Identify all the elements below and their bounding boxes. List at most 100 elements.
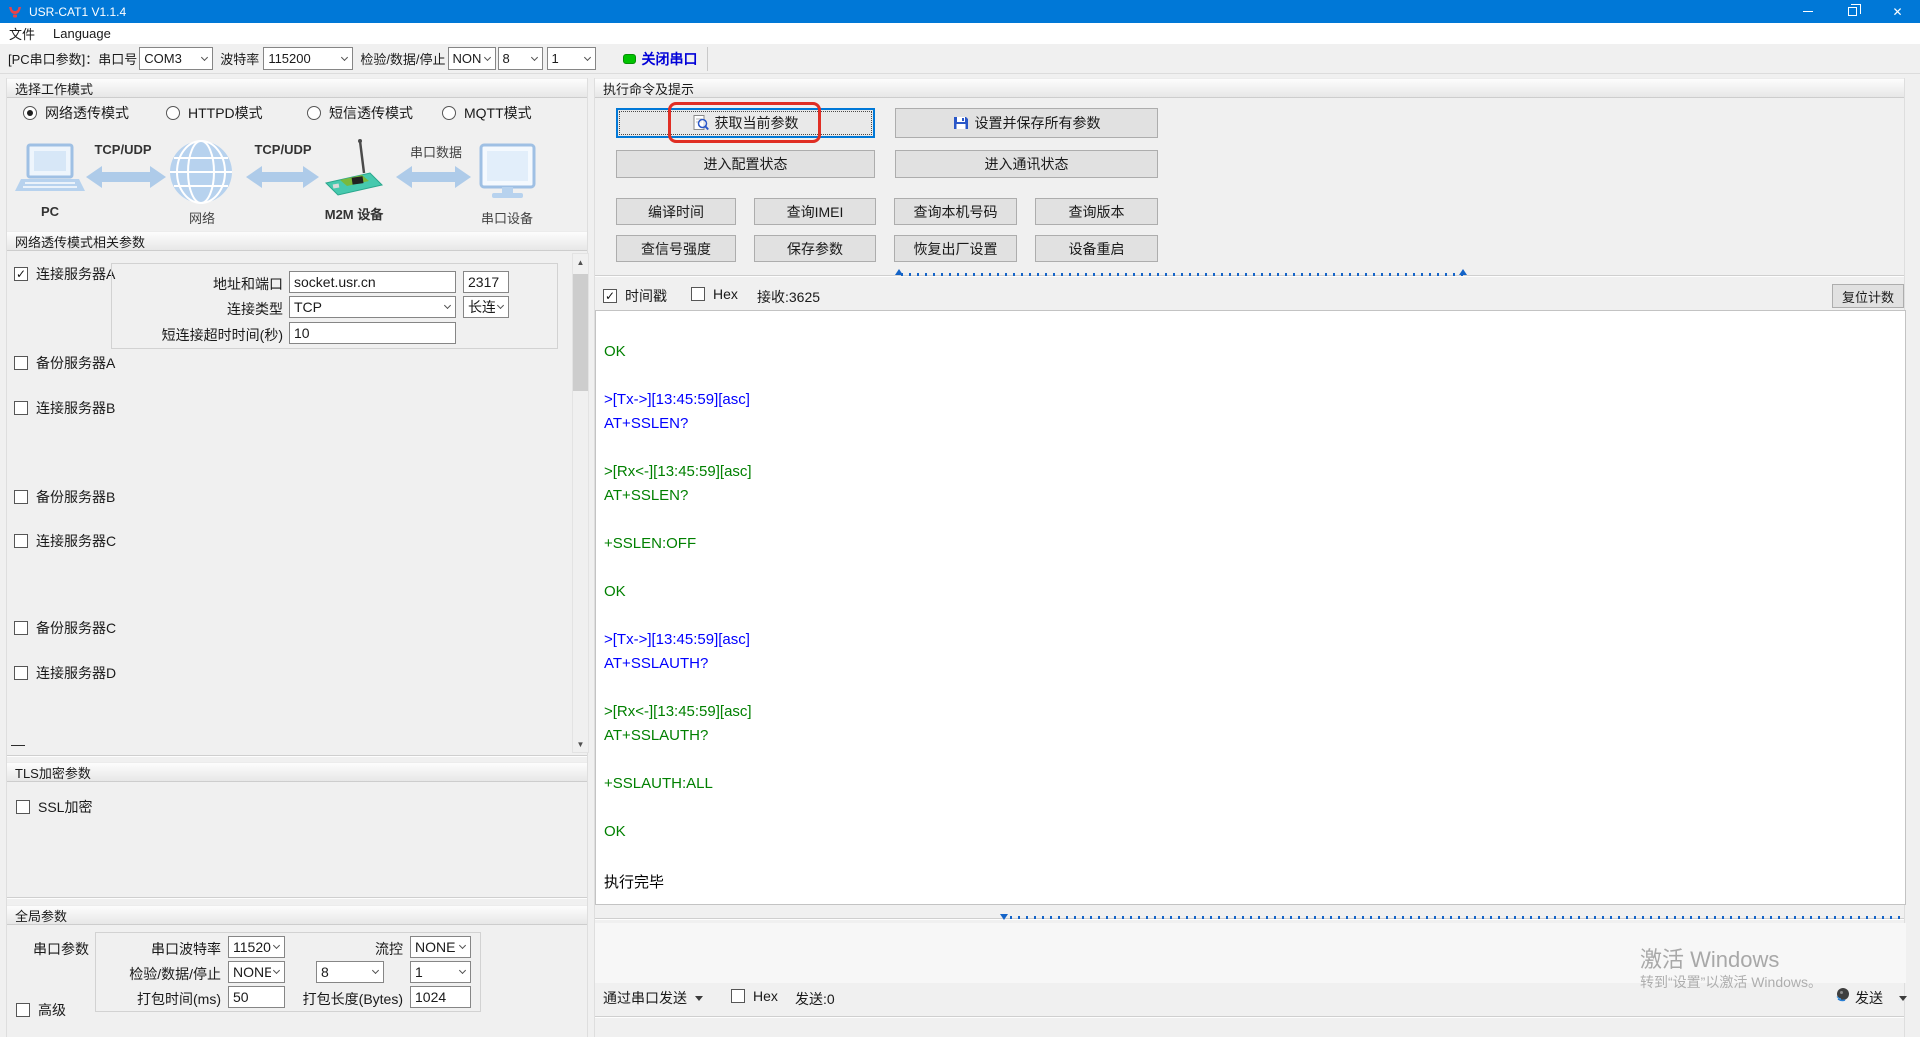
serial-parity-select[interactable]: NONE [228, 961, 285, 983]
pc-serial-label: [PC串口参数]：串口号 [8, 49, 137, 68]
checkbox-advanced[interactable]: 高级 [16, 1000, 66, 1020]
stopbits-select[interactable]: 1 [547, 47, 596, 70]
checkbox-backup-server-c[interactable]: 备份服务器C [14, 618, 116, 638]
log-line [604, 559, 1897, 583]
serial-databits-select[interactable]: 8 [316, 961, 384, 983]
query-imei-button[interactable]: 查询IMEI [754, 198, 876, 225]
factory-reset-button[interactable]: 恢复出厂设置 [894, 235, 1017, 262]
network-globe-icon [170, 141, 232, 203]
close-serial-port-button[interactable]: 关闭串口 [642, 49, 698, 69]
send-via-serial-dropdown[interactable]: 通过串口发送 [603, 988, 703, 1008]
command-panel: 执行命令及提示 获取当前参数 设置并保存所有参数 进入配置状态 进入通讯状态 编… [594, 78, 1905, 1037]
checkbox-hex-send[interactable]: Hex [731, 988, 778, 1004]
chevron-down-icon [695, 996, 703, 1001]
radio-net-transparent-mode[interactable]: 网络透传模式 [23, 103, 129, 123]
scroll-up-icon[interactable]: ▲ [573, 254, 588, 270]
link-label: TCP/UDP [73, 142, 173, 157]
chevron-down-icon [273, 967, 280, 974]
bottom-divider [595, 1016, 1904, 1017]
scrollbar-thumb[interactable] [573, 274, 588, 391]
params-scrollbar[interactable]: ▲ ▼ [572, 253, 589, 753]
commands-header: 执行命令及提示 [595, 78, 1904, 98]
radio-icon [307, 106, 321, 120]
log-line: >[Tx->][13:45:59][asc] [604, 391, 1897, 415]
received-count: 接收:3625 [757, 287, 820, 307]
serial-stopbits-select[interactable]: 1 [410, 961, 471, 983]
checkbox-backup-server-a[interactable]: 备份服务器A [14, 353, 115, 373]
reset-counter-button[interactable]: 复位计数 [1832, 284, 1904, 308]
serial-baud-select[interactable]: 115200 [228, 936, 285, 958]
checkbox-timestamp[interactable]: ✓时间戳 [603, 286, 667, 306]
compile-time-button[interactable]: 编译时间 [616, 198, 736, 225]
enter-comm-button[interactable]: 进入通讯状态 [895, 150, 1158, 178]
pack-len-input[interactable]: 1024 [410, 986, 471, 1008]
menu-language[interactable]: Language [44, 23, 120, 44]
log-line: AT+SSLAUTH? [604, 727, 1897, 751]
checkbox-icon [14, 534, 28, 548]
set-save-params-button[interactable]: 设置并保存所有参数 [895, 108, 1158, 138]
timeout-input[interactable]: 10 [289, 322, 456, 344]
server-address-input[interactable]: socket.usr.cn [289, 271, 456, 293]
log-line: >[Rx<-][13:45:59][asc] [604, 703, 1897, 727]
trackbar-thumb-icon[interactable] [895, 269, 903, 275]
node-label-network: 网络 [172, 208, 232, 227]
conn-type-select[interactable]: TCP [289, 296, 456, 318]
query-version-button[interactable]: 查询版本 [1035, 198, 1158, 225]
chevron-down-icon [273, 942, 280, 949]
databits-select[interactable]: 8 [498, 47, 543, 70]
baud-select[interactable]: 115200 [263, 47, 353, 70]
send-icon [1835, 986, 1851, 1002]
radio-sms-mode[interactable]: 短信透传模式 [307, 103, 413, 123]
app-logo-icon [8, 5, 22, 19]
checkbox-server-a[interactable]: ✓连接服务器A [14, 264, 115, 284]
radio-httpd-mode[interactable]: HTTPD模式 [166, 103, 263, 123]
save-params-button[interactable]: 保存参数 [754, 235, 876, 262]
flow-control-select[interactable]: NONE [410, 936, 471, 958]
log-area[interactable]: OK >[Tx->][13:45:59][asc] AT+SSLEN? >[Rx… [595, 310, 1906, 905]
serial-baud-label: 串口波特率 [67, 939, 221, 959]
scroll-down-icon[interactable]: ▼ [573, 736, 588, 752]
close-button[interactable]: ✕ [1875, 0, 1920, 23]
log-line: >[Tx->][13:45:59][asc] [604, 631, 1897, 655]
send-button[interactable]: 发送 [1855, 988, 1907, 1008]
arrow-icon [86, 166, 166, 188]
log-line: OK [604, 343, 1897, 367]
log-line: +SSLAUTH:ALL [604, 775, 1897, 799]
keepalive-select[interactable]: 长连接 [463, 296, 509, 318]
radio-icon [442, 106, 456, 120]
serial-parity-label: 检验/数据/停止 [47, 964, 221, 984]
trackbar-thumb-icon[interactable] [1459, 269, 1467, 275]
log-line: AT+SSLEN? [604, 487, 1897, 511]
device-restart-button[interactable]: 设备重启 [1035, 235, 1158, 262]
com-port-select[interactable]: COM3 [139, 47, 213, 70]
log-line: AT+SSLAUTH? [604, 655, 1897, 679]
port-open-led-icon [623, 54, 636, 64]
restore-button[interactable] [1830, 0, 1875, 23]
server-port-input[interactable]: 2317 [463, 271, 509, 293]
checkbox-server-d[interactable]: 连接服务器D [14, 663, 116, 683]
radio-mqtt-mode[interactable]: MQTT模式 [442, 103, 532, 123]
minimize-button[interactable] [1785, 0, 1830, 23]
checkbox-hex-recv[interactable]: Hex [691, 286, 738, 302]
checkbox-backup-server-b[interactable]: 备份服务器B [14, 487, 115, 507]
node-label-pc: PC [20, 204, 80, 219]
trackbar-dots[interactable] [1010, 916, 1906, 919]
trackbar-thumb-icon[interactable] [1000, 914, 1008, 920]
addr-port-label: 地址和端口 [127, 274, 283, 294]
trackbar-dots[interactable] [901, 273, 1464, 276]
pack-time-label: 打包时间(ms) [67, 989, 221, 1009]
checkbox-server-b[interactable]: 连接服务器B [14, 398, 115, 418]
enter-config-button[interactable]: 进入配置状态 [616, 150, 875, 178]
log-line [604, 799, 1897, 823]
checkbox-icon [14, 666, 28, 680]
menu-file[interactable]: 文件 [0, 23, 44, 44]
parity-data-stop-label: 检验/数据/停止 [360, 49, 445, 68]
parity-select[interactable]: NONI [448, 47, 496, 70]
flow-control-label: 流控 [307, 939, 403, 959]
query-signal-button[interactable]: 查信号强度 [616, 235, 736, 262]
pack-time-input[interactable]: 50 [228, 986, 285, 1008]
checkbox-server-c[interactable]: 连接服务器C [14, 531, 116, 551]
checkbox-ssl[interactable]: SSL加密 [16, 797, 92, 817]
log-line [604, 511, 1897, 535]
query-number-button[interactable]: 查询本机号码 [894, 198, 1017, 225]
